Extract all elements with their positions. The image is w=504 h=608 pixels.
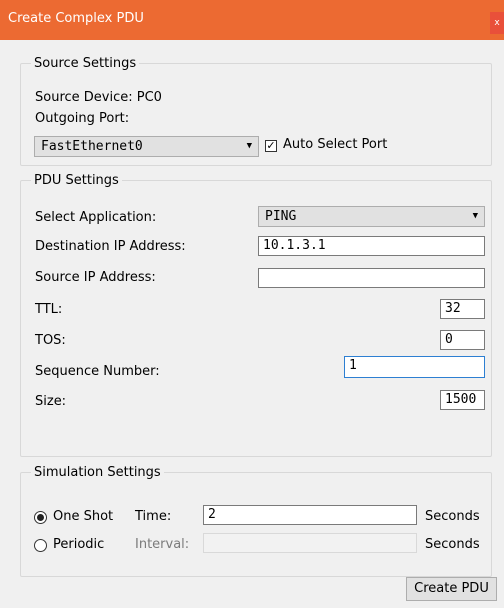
outgoing-port-label: Outgoing Port: [35,111,130,126]
interval-seconds-label: Seconds [425,537,480,552]
outgoing-port-value: FastEthernet0 [41,139,143,154]
size-input[interactable]: 1500 [440,390,485,410]
one-shot-radio[interactable] [34,511,47,524]
tos-input[interactable]: 0 [440,330,485,350]
outgoing-port-select[interactable]: FastEthernet0 ▼ [34,136,259,157]
interval-label: Interval: [135,537,190,552]
tos-label: TOS: [35,333,66,348]
create-pdu-button[interactable]: Create PDU [406,577,497,601]
select-application-label: Select Application: [35,210,157,225]
application-select[interactable]: PING ▼ [258,206,485,227]
source-ip-label: Source IP Address: [35,270,156,285]
ttl-label: TTL: [35,302,63,317]
window-title: Create Complex PDU [8,11,144,26]
size-label: Size: [35,394,67,409]
auto-select-port-checkbox[interactable]: ✓ [265,140,277,152]
destination-ip-label: Destination IP Address: [35,239,186,254]
periodic-radio[interactable] [34,539,47,552]
time-seconds-label: Seconds [425,509,480,524]
periodic-label: Periodic [53,537,105,552]
source-ip-input[interactable] [258,268,485,288]
chevron-down-icon: ▼ [472,211,478,221]
source-device-label: Source Device: PC0 [35,90,162,105]
close-icon[interactable]: x [490,12,504,34]
check-icon: ✓ [266,139,276,152]
sequence-number-input[interactable]: 1 [344,356,485,378]
sequence-number-label: Sequence Number: [35,364,160,379]
source-settings-legend: Source Settings [34,56,137,71]
destination-ip-input[interactable]: 10.1.3.1 [258,236,485,256]
auto-select-port-label: Auto Select Port [283,137,388,152]
one-shot-label: One Shot [53,509,114,524]
chevron-down-icon: ▼ [246,141,252,151]
simulation-settings-legend: Simulation Settings [34,465,161,480]
pdu-settings-legend: PDU Settings [34,173,119,188]
time-input[interactable]: 2 [203,505,417,525]
interval-input[interactable] [203,533,417,553]
title-bar: Create Complex PDU x [0,0,504,40]
application-value: PING [265,209,297,224]
ttl-input[interactable]: 32 [440,299,485,319]
time-label: Time: [135,509,172,524]
